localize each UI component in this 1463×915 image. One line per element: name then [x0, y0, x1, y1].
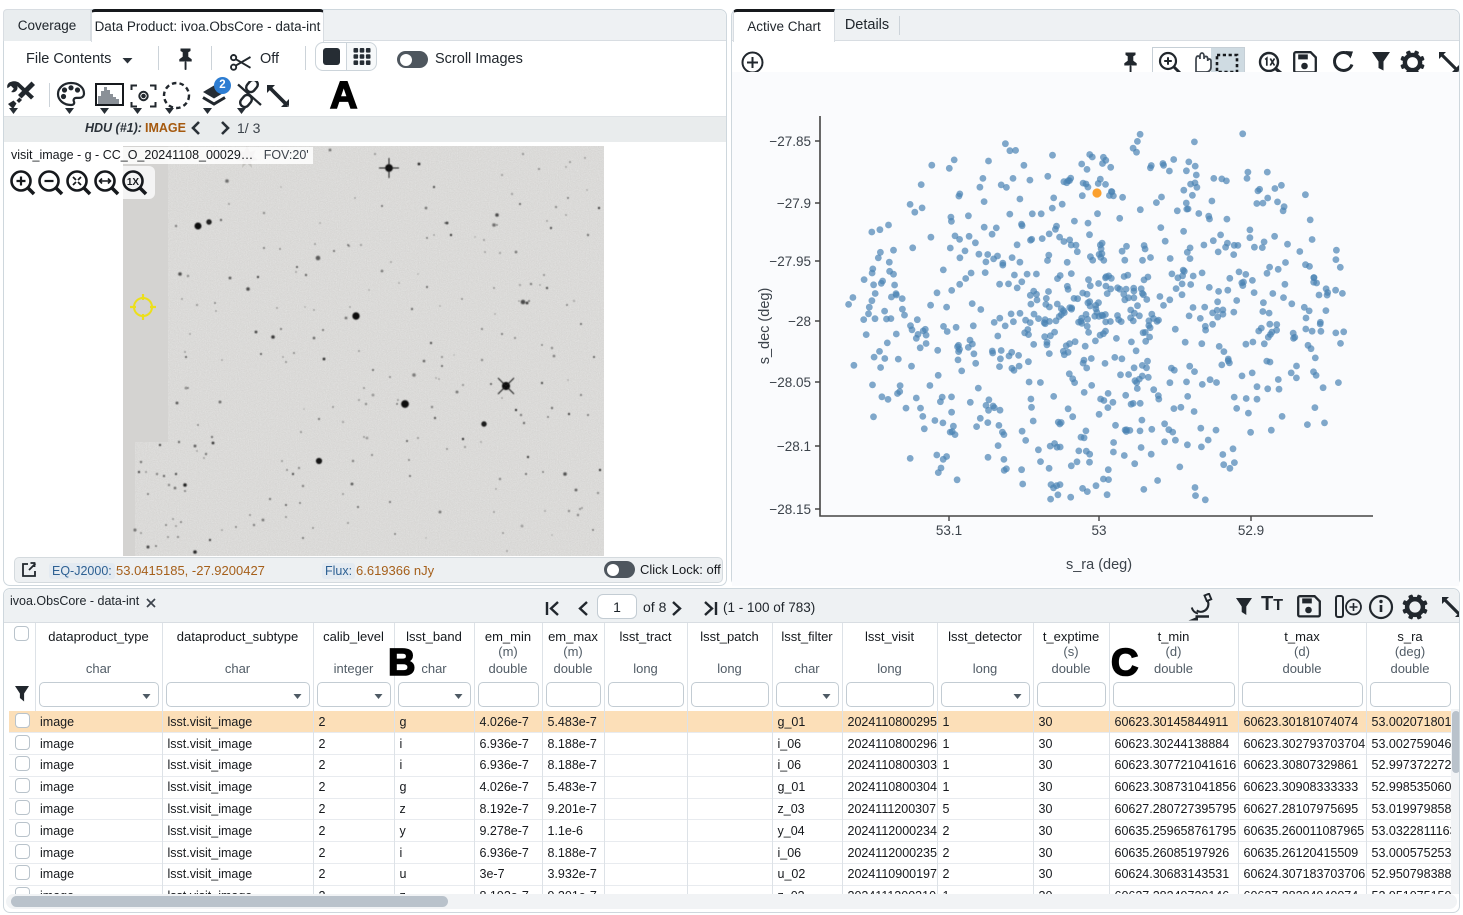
svg-text:53: 53	[1091, 523, 1106, 538]
svg-text:52.9: 52.9	[1238, 523, 1264, 538]
svg-text:53.1: 53.1	[936, 523, 962, 538]
svg-text:−27.95: −27.95	[769, 254, 811, 269]
svg-text:−27.85: −27.85	[769, 134, 811, 149]
svg-text:s_dec (deg): s_dec (deg)	[757, 288, 773, 365]
svg-text:−27.9: −27.9	[777, 196, 811, 211]
svg-text:−28: −28	[788, 314, 811, 329]
svg-text:1X: 1X	[127, 177, 140, 188]
svg-text:−28.1: −28.1	[777, 439, 811, 454]
svg-text:−28.05: −28.05	[769, 375, 811, 390]
svg-text:−28.15: −28.15	[769, 502, 811, 517]
svg-text:s_ra (deg): s_ra (deg)	[1066, 557, 1132, 573]
